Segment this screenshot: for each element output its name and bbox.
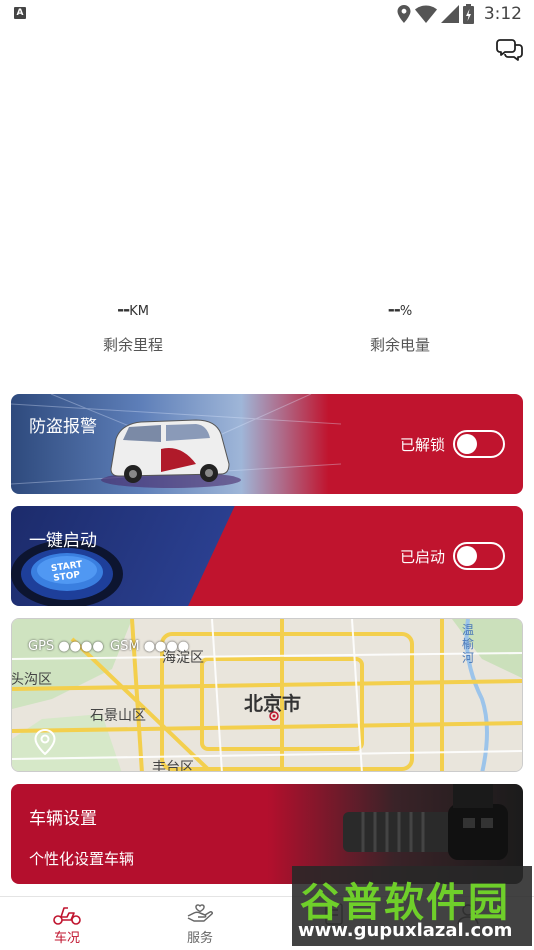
one-key-start-toggle[interactable]: [453, 542, 505, 570]
anti-theft-card[interactable]: 防盗报警 已解锁: [11, 394, 523, 494]
chat-bubbles-icon: [496, 39, 523, 61]
gps-status: GPS ●●●●: [28, 639, 104, 654]
map-label-city: 北京市: [244, 693, 302, 715]
nav-label: 服务: [186, 931, 213, 946]
map-label-district: 丰台区: [152, 760, 194, 772]
engine-status: 已启动: [400, 542, 505, 570]
one-key-start-card[interactable]: START STOP 一键启动 已启动: [11, 506, 523, 606]
clock: 3:12: [483, 4, 522, 24]
wifi-icon: [414, 5, 437, 23]
map-label-district: 头沟区: [11, 672, 52, 688]
remaining-battery: --% 剩余电量: [335, 300, 465, 355]
toggle-knob: [457, 434, 477, 454]
anti-theft-status: 已解锁: [400, 430, 505, 458]
cellular-signal-icon: [440, 5, 459, 23]
car-image: [11, 394, 341, 488]
map-label-district: 石景山区: [90, 708, 146, 724]
battery-label: 剩余电量: [369, 336, 430, 354]
vehicle-settings-subtitle: 个性化设置车辆: [29, 850, 135, 868]
location-pin-icon[interactable]: [34, 729, 56, 755]
status-icons: 3:12: [397, 3, 522, 25]
hand-service-icon: [187, 904, 213, 922]
anti-theft-title: 防盗报警: [29, 417, 97, 437]
message-button[interactable]: [496, 36, 524, 64]
status-bar: A 3:12: [0, 0, 534, 28]
scooter-icon: [53, 907, 81, 925]
location-icon: [397, 5, 411, 23]
toggle-knob: [457, 546, 477, 566]
battery-value: --%: [387, 300, 413, 320]
engine-state-label: 已启动: [399, 547, 445, 566]
battery-charging-icon: [462, 4, 474, 24]
app-notification-icon: A: [14, 7, 26, 19]
map-label-river: 温榆河: [462, 623, 475, 665]
vehicle-location-map[interactable]: GPS ●●●● GSM ●●●● 海淀区 石景山区 丰台区 头沟区 温榆河 北…: [11, 618, 523, 772]
watermark-url: www.gupuxlazal.com: [298, 920, 513, 941]
nav-label: 车况: [53, 931, 80, 946]
remaining-mileage: --KM 剩余里程: [68, 300, 198, 355]
vehicle-settings-title: 车辆设置: [29, 809, 97, 829]
anti-theft-toggle[interactable]: [453, 430, 505, 458]
map-label-district: 海淀区: [162, 650, 204, 666]
mileage-label: 剩余里程: [102, 336, 163, 354]
watermark: 谷普软件园 www.gupuxlazal.com: [292, 866, 532, 946]
start-stop-button-image: START STOP: [11, 540, 123, 606]
nav-vehicle-status[interactable]: 车况: [27, 903, 107, 946]
one-key-start-title: 一键启动: [29, 531, 97, 551]
mileage-value: --KM: [117, 300, 149, 320]
lock-state-label: 已解锁: [399, 435, 445, 454]
nav-service[interactable]: 服务: [160, 903, 240, 946]
